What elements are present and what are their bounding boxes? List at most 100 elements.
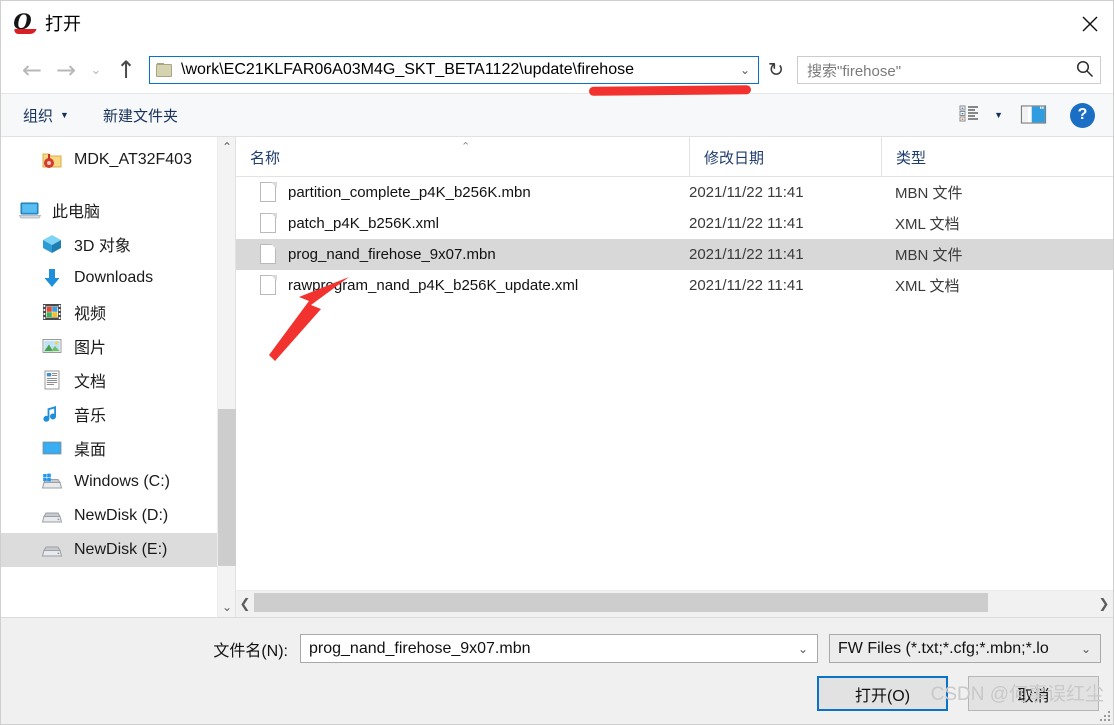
sidebar-item-label: 视频 (74, 306, 107, 323)
hscrollbar-track[interactable] (254, 591, 1095, 617)
filename-row: 文件名(N): prog_nand_firehose_9x07.mbn ⌄ FW… (1, 618, 1113, 663)
sidebar-item-6[interactable]: 文档 (1, 363, 217, 397)
sidebar-item-5[interactable]: 图片 (1, 329, 217, 363)
table-row[interactable]: prog_nand_firehose_9x07.mbn 2021/11/22 11… (236, 239, 1113, 270)
sidebar-item-3[interactable]: Downloads (1, 261, 217, 295)
sidebar-item-10[interactable]: NewDisk (D:) (1, 499, 217, 533)
filename-label: 文件名(N): (213, 642, 288, 660)
table-row[interactable]: rawprogram_nand_p4K_b256K_update.xml 2021… (236, 270, 1113, 301)
sidebar-list: MDK_AT32F403 此电脑 3D 对象 Downloads 视频图片文档音乐桌面 W… (1, 137, 217, 617)
filename-chevron-down-icon[interactable]: ⌄ (793, 642, 813, 656)
arrow-up-icon: ↑ (115, 56, 137, 84)
sidebar-item-9[interactable]: Windows (C:) (1, 465, 217, 499)
column-header-date-label: 修改日期 (704, 150, 765, 167)
scroll-left-arrow-icon[interactable]: ❮ (236, 591, 254, 617)
file-name-label: patch_p4K_b256K.xml (288, 215, 439, 232)
chevron-down-icon: ⌄ (90, 62, 102, 78)
scroll-up-arrow-icon[interactable]: ⌃ (218, 137, 236, 157)
folder-open-icon (41, 149, 63, 171)
forward-button[interactable]: → (49, 53, 83, 87)
pictures-icon (41, 335, 63, 357)
file-rows: partition_complete_p4K_b256K.mbn 2021/11/… (236, 177, 1113, 590)
sidebar-item-label: 图片 (74, 340, 107, 357)
file-list-horizontal-scrollbar[interactable]: ❮ ❯ (236, 590, 1113, 617)
file-type-filter-select[interactable]: FW Files (*.txt;*.cfg;*.mbn;*.lo ⌄ (829, 634, 1101, 663)
dialog-footer: 文件名(N): prog_nand_firehose_9x07.mbn ⌄ FW… (1, 617, 1113, 724)
column-header-name[interactable]: 名称 ⌃ (236, 137, 689, 176)
view-mode-button[interactable]: ▼ (956, 100, 1016, 130)
close-icon (1082, 16, 1098, 32)
up-button[interactable]: ↑ (109, 53, 143, 87)
csdn-watermark: CSDN @何事误红尘 (930, 684, 1104, 705)
filter-chevron-down-icon[interactable]: ⌄ (1076, 642, 1096, 656)
chevron-down-icon: ▼ (60, 110, 69, 120)
file-type-filter-value: FW Files (*.txt;*.cfg;*.mbn;*.lo (838, 639, 1049, 657)
this-pc-icon (18, 199, 42, 221)
organize-label: 组织 (23, 107, 54, 125)
sidebar-item-7[interactable]: 音乐 (1, 397, 217, 431)
new-folder-button[interactable]: 新建文件夹 (103, 105, 178, 126)
column-header-type-label: 类型 (896, 150, 927, 167)
sidebar-scrollbar-thumb[interactable] (218, 409, 236, 566)
sidebar-item-11[interactable]: NewDisk (E:) (1, 533, 217, 567)
view-list-icon (959, 105, 979, 122)
help-icon: ? (1077, 106, 1088, 123)
sidebar-item-8[interactable]: 桌面 (1, 431, 217, 465)
file-date-cell: 2021/11/22 11:41 (689, 277, 804, 294)
recent-locations-button[interactable]: ⌄ (83, 53, 109, 87)
3d-objects-icon (41, 233, 63, 255)
sidebar-item-label: 音乐 (74, 408, 107, 425)
file-type-cell: MBN 文件 (895, 185, 963, 202)
file-type-cell: MBN 文件 (895, 247, 963, 264)
refresh-icon: ↻ (768, 59, 784, 81)
close-button[interactable] (1067, 1, 1113, 47)
videos-icon (41, 301, 63, 323)
sidebar-item-label: NewDisk (D:) (74, 507, 169, 524)
search-input[interactable]: 搜索"firehose" (797, 56, 1101, 84)
sidebar-item-1[interactable]: 此电脑 (1, 193, 217, 227)
address-path: \work\EC21KLFAR06A03M4G_SKT_BETA1122\upd… (181, 61, 634, 78)
hscrollbar-thumb[interactable] (254, 593, 988, 612)
address-bar[interactable]: \work\EC21KLFAR06A03M4G_SKT_BETA1122\upd… (149, 56, 759, 84)
open-file-dialog: Q 打开 ← → ⌄ ↑ \work\EC21KLFAR06A03M4G_SKT… (0, 0, 1114, 725)
file-name-label: prog_nand_firehose_9x07.mbn (288, 246, 496, 263)
desktop-icon (41, 437, 63, 459)
column-header-date[interactable]: 修改日期 (689, 137, 881, 176)
filename-input[interactable]: prog_nand_firehose_9x07.mbn ⌄ (300, 634, 818, 663)
scroll-down-arrow-icon[interactable]: ⌄ (218, 597, 236, 617)
table-row[interactable]: patch_p4K_b256K.xml 2021/11/22 11:41 XML 文… (236, 208, 1113, 239)
sidebar-item-label: Downloads (74, 269, 154, 286)
scroll-right-arrow-icon[interactable]: ❯ (1095, 591, 1113, 617)
preview-pane-button[interactable] (1020, 100, 1048, 130)
open-button[interactable]: 打开(O) (817, 676, 948, 711)
search-icon (1075, 59, 1094, 82)
column-header-type[interactable]: 类型 (881, 137, 1113, 176)
downloads-icon (41, 267, 63, 289)
command-bar: 组织 ▼ 新建文件夹 ▼ ? (1, 93, 1113, 137)
sidebar-item-label: 桌面 (74, 442, 107, 459)
file-date-cell: 2021/11/22 11:41 (689, 184, 804, 201)
refresh-button[interactable]: ↻ (761, 55, 791, 85)
resize-grip-icon[interactable] (1098, 709, 1110, 721)
file-name-cell: partition_complete_p4K_b256K.mbn (236, 182, 689, 203)
drive-icon (41, 539, 63, 561)
back-button[interactable]: ← (15, 53, 49, 87)
search-placeholder: 搜索"firehose" (807, 62, 902, 80)
file-icon (260, 213, 277, 234)
file-list-pane: 名称 ⌃ 修改日期 类型 partition_complete_p4K_b256… (236, 137, 1113, 617)
organize-menu[interactable]: 组织 ▼ (23, 105, 69, 126)
file-date-cell: 2021/11/22 11:41 (689, 215, 804, 232)
file-name-label: rawprogram_nand_p4K_b256K_update.xml (288, 277, 579, 294)
sidebar-item-label: 文档 (74, 374, 107, 391)
help-button[interactable]: ? (1070, 102, 1095, 128)
file-type-cell: XML 文档 (895, 216, 960, 233)
title-bar: Q 打开 (1, 1, 1113, 47)
sidebar-item-0[interactable]: MDK_AT32F403 (1, 143, 217, 177)
sidebar-item-4[interactable]: 视频 (1, 295, 217, 329)
sidebar-scrollbar[interactable]: ⌃ ⌄ (217, 137, 236, 617)
drive-icon (41, 505, 63, 527)
view-mode-chevron-down-icon: ▼ (994, 110, 1003, 120)
table-row[interactable]: partition_complete_p4K_b256K.mbn 2021/11/… (236, 177, 1113, 208)
sidebar-item-2[interactable]: 3D 对象 (1, 227, 217, 261)
address-chevron-down-icon[interactable]: ⌄ (736, 63, 754, 77)
